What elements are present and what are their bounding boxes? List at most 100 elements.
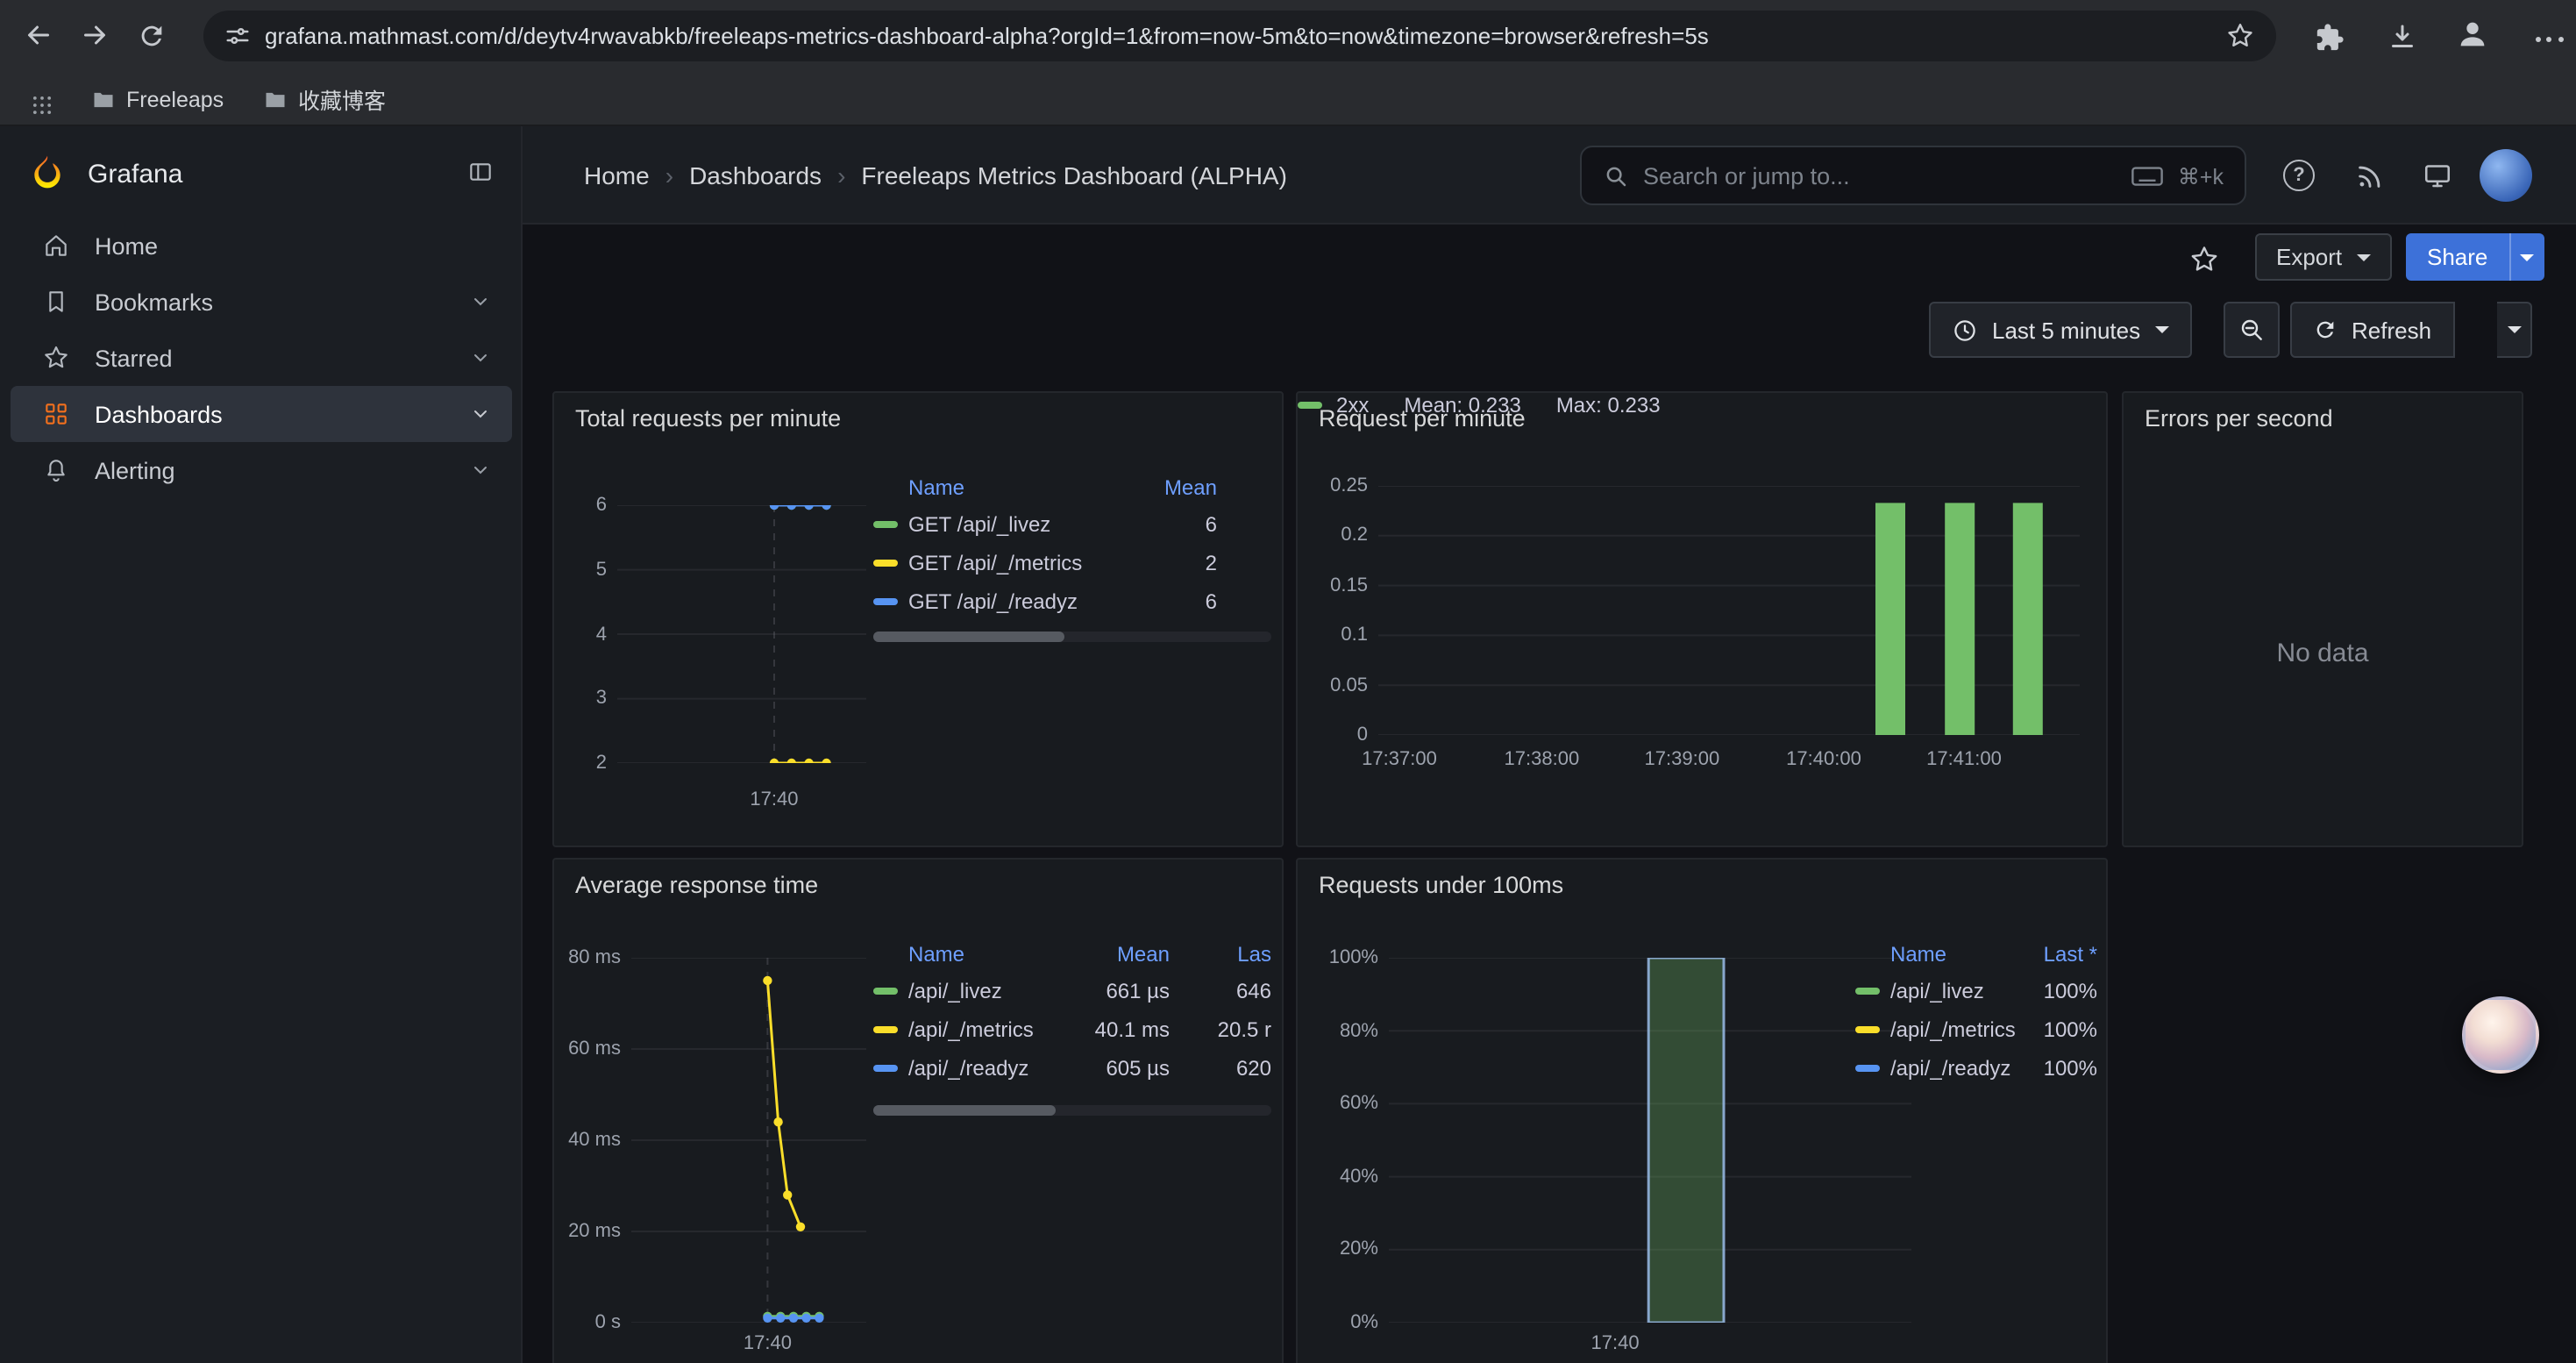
- legend-item[interactable]: /api/_livez: [908, 979, 1043, 1003]
- chevron-down-icon[interactable]: [470, 347, 491, 368]
- downloads-icon[interactable]: [2385, 19, 2420, 54]
- chevron-down-icon[interactable]: [470, 291, 491, 312]
- x-axis-labels: 17:40: [1389, 1333, 1911, 1358]
- bookmarks-bar: Freeleaps 收藏博客: [0, 72, 2576, 126]
- rss-icon[interactable]: [2352, 158, 2387, 193]
- screen: Freeleaps 收藏博客 Grafana Home: [0, 0, 2576, 1363]
- legend-item[interactable]: GET /api/_livez: [908, 512, 1147, 537]
- series-swatch: [873, 560, 898, 567]
- total-requests-chart[interactable]: [617, 505, 866, 763]
- export-button[interactable]: Export: [2255, 233, 2391, 281]
- share-dropdown-caret[interactable]: [2508, 233, 2544, 281]
- star-icon: [42, 344, 70, 372]
- chevron-down-icon[interactable]: [470, 460, 491, 481]
- no-data-message: No data: [2124, 639, 2522, 668]
- back-icon[interactable]: [21, 18, 56, 53]
- series-swatch: [1855, 1026, 1880, 1033]
- user-avatar[interactable]: [2480, 149, 2532, 202]
- search-shortcut: ⌘+k: [2178, 162, 2224, 189]
- home-icon: [42, 232, 70, 260]
- requests-under-100ms-chart[interactable]: [1389, 958, 1911, 1323]
- legend-table: Name Mean GET /api/_livez 6 GET /api/_/m…: [873, 470, 1217, 621]
- bookmark-folder-freeleaps[interactable]: Freeleaps: [91, 81, 224, 118]
- breadcrumb-separator: [665, 161, 673, 189]
- series-swatch: [873, 521, 898, 528]
- scrollbar-thumb[interactable]: [873, 632, 1064, 642]
- sidebar-item-home[interactable]: Home: [11, 218, 512, 274]
- grafana-sidebar: Grafana Home Bookmarks: [0, 126, 523, 1363]
- breadcrumb-dashboards[interactable]: Dashboards: [689, 161, 822, 189]
- monitor-icon[interactable]: [2420, 158, 2455, 193]
- series-swatch: [1855, 988, 1880, 995]
- reload-icon[interactable]: [133, 18, 168, 53]
- request-per-minute-chart[interactable]: [1378, 486, 2080, 735]
- chat-widget-avatar[interactable]: [2462, 996, 2539, 1074]
- panel-title[interactable]: Request per minute: [1319, 405, 1526, 432]
- search-box[interactable]: ⌘+k: [1580, 146, 2246, 205]
- panel-title[interactable]: Requests under 100ms: [1319, 872, 1563, 898]
- search-icon: [1603, 162, 1629, 189]
- grafana-header: Home Dashboards Freeleaps Metrics Dashbo…: [523, 126, 2576, 225]
- site-info-icon[interactable]: [224, 23, 251, 49]
- favorite-star-icon[interactable]: [2188, 244, 2220, 275]
- apps-grid-icon[interactable]: [25, 88, 60, 123]
- sidebar-item-bookmarks[interactable]: Bookmarks: [11, 274, 512, 330]
- bookmark-label: 收藏博客: [298, 82, 386, 116]
- extensions-icon[interactable]: [2311, 19, 2346, 54]
- help-icon[interactable]: [2283, 160, 2315, 191]
- legend-row: GET /api/_livez 6: [873, 505, 1217, 544]
- legend-scrollbar: [873, 1105, 1271, 1116]
- panel-title[interactable]: Errors per second: [2145, 405, 2333, 432]
- sidebar-item-alerting[interactable]: Alerting: [11, 442, 512, 498]
- keyboard-icon: [2131, 164, 2164, 187]
- breadcrumb-separator: [837, 161, 845, 189]
- refresh-interval-caret[interactable]: [2497, 302, 2532, 358]
- sidebar-collapse-icon[interactable]: [466, 158, 495, 186]
- series-swatch: [873, 1065, 898, 1072]
- search-input[interactable]: [1643, 162, 2117, 189]
- legend-item[interactable]: /api/_/metrics: [908, 1017, 1043, 1042]
- panel-average-response-time: Average response time 80 ms60 ms40 ms20 …: [552, 858, 1284, 1363]
- panel-title[interactable]: Average response time: [575, 872, 818, 898]
- zoom-out-icon[interactable]: [2224, 302, 2280, 358]
- grafana-logo[interactable]: [28, 153, 67, 191]
- breadcrumb: Home Dashboards Freeleaps Metrics Dashbo…: [584, 126, 1287, 225]
- forward-icon[interactable]: [77, 18, 112, 53]
- legend-item[interactable]: GET /api/_/metrics: [908, 551, 1147, 575]
- legend-item[interactable]: /api/_/readyz: [1890, 1056, 2027, 1081]
- panel-requests-under-100ms: Requests under 100ms 100%80%60%40%20%0% …: [1296, 858, 2108, 1363]
- chevron-down-icon: [2154, 326, 2168, 333]
- scrollbar-thumb[interactable]: [873, 1105, 1057, 1116]
- y-axis-labels: 65432: [565, 505, 607, 763]
- sidebar-item-dashboards[interactable]: Dashboards: [11, 386, 512, 442]
- browser-menu-icon[interactable]: [2532, 21, 2567, 56]
- time-range-picker[interactable]: Last 5 minutes: [1929, 302, 2191, 358]
- refresh-button[interactable]: Refresh: [2290, 302, 2454, 358]
- chevron-down-icon[interactable]: [470, 403, 491, 425]
- chevron-down-icon: [2356, 253, 2370, 260]
- breadcrumb-current: Freeleaps Metrics Dashboard (ALPHA): [861, 161, 1287, 189]
- bookmark-folder-blogs[interactable]: 收藏博客: [263, 81, 386, 118]
- breadcrumb-home[interactable]: Home: [584, 161, 650, 189]
- x-axis-labels: 17:37:0017:38:0017:39:0017:40:0017:41:00: [1378, 749, 2080, 774]
- panel-errors-per-second: Errors per second No data: [2122, 391, 2523, 847]
- panel-title[interactable]: Total requests per minute: [575, 405, 841, 432]
- bookmark-star-icon[interactable]: [2225, 21, 2255, 51]
- legend-row: /api/_/readyz 100%: [1855, 1049, 2097, 1088]
- legend-row: /api/_/metrics 100%: [1855, 1010, 2097, 1049]
- average-response-time-chart[interactable]: [631, 958, 866, 1323]
- profile-avatar-icon[interactable]: [2455, 16, 2490, 51]
- legend-item[interactable]: /api/_/readyz: [908, 1056, 1043, 1081]
- legend-max: Max: 0.233: [1556, 393, 1661, 417]
- series-swatch: [873, 988, 898, 995]
- legend-item[interactable]: GET /api/_/readyz: [908, 589, 1147, 614]
- legend-item[interactable]: /api/_livez: [1890, 979, 2027, 1003]
- url-input[interactable]: [265, 23, 2211, 49]
- legend-header: Name Mean Las: [873, 937, 1271, 972]
- legend-item[interactable]: /api/_/metrics: [1890, 1017, 2027, 1042]
- x-axis-labels: 17:40: [617, 789, 866, 814]
- address-bar[interactable]: [203, 11, 2276, 61]
- share-button[interactable]: Share: [2406, 233, 2544, 281]
- y-axis-labels: 80 ms60 ms40 ms20 ms0 s: [561, 958, 621, 1323]
- sidebar-item-starred[interactable]: Starred: [11, 330, 512, 386]
